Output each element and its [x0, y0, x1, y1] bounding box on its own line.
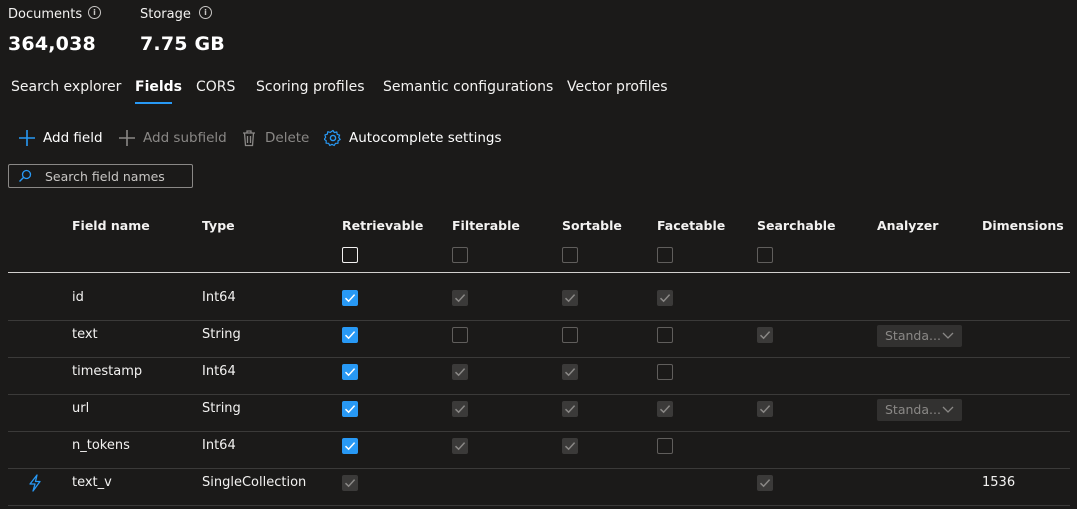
delete-button[interactable]: Delete [240, 129, 309, 147]
search-field-box[interactable] [8, 164, 193, 188]
autocomplete-settings-label: Autocomplete settings [349, 130, 502, 146]
retrievable-checkbox[interactable] [342, 364, 358, 380]
column-header-facetable[interactable]: Facetable [657, 218, 725, 233]
row-divider [8, 431, 1070, 432]
add-subfield-label: Add subfield [143, 130, 227, 146]
column-header-filterable[interactable]: Filterable [452, 218, 520, 233]
facetable-checkbox[interactable] [657, 327, 673, 343]
sortable-checkbox[interactable] [562, 438, 578, 454]
field-type-cell: String [202, 327, 241, 342]
tab-search-explorer[interactable]: Search explorer [11, 79, 121, 95]
filterable-checkbox[interactable] [452, 327, 468, 343]
documents-info-icon[interactable]: i [88, 6, 101, 19]
row-divider [8, 505, 1070, 506]
chevron-down-icon [941, 328, 955, 345]
filterable-checkbox[interactable] [452, 438, 468, 454]
documents-label: Documents [8, 7, 83, 22]
retrievable-checkbox[interactable] [342, 327, 358, 343]
storage-info-icon[interactable]: i [199, 6, 212, 19]
analyzer-value: Standa... [885, 328, 941, 343]
row-divider [8, 357, 1070, 358]
active-tab-indicator [135, 102, 172, 104]
trash-icon [240, 129, 258, 147]
dimensions-cell: 1536 [982, 475, 1016, 490]
retrievable-checkbox[interactable] [342, 475, 358, 491]
sortable-checkbox[interactable] [562, 364, 578, 380]
row-divider [8, 468, 1070, 469]
autocomplete-settings-button[interactable]: Autocomplete settings [324, 129, 502, 147]
plus-icon [18, 129, 36, 147]
column-header-field-name[interactable]: Field name [72, 218, 150, 233]
row-divider [8, 320, 1070, 321]
facetable-checkbox[interactable] [657, 438, 673, 454]
lightning-icon [27, 474, 43, 496]
field-type-cell: Int64 [202, 364, 236, 379]
field-type-cell: SingleCollection [202, 475, 307, 490]
header-sortable-checkbox[interactable] [562, 247, 578, 263]
field-type-cell: Int64 [202, 438, 236, 453]
searchable-checkbox[interactable] [757, 401, 773, 417]
facetable-checkbox[interactable] [657, 290, 673, 306]
sortable-checkbox[interactable] [562, 327, 578, 343]
searchable-checkbox[interactable] [757, 475, 773, 491]
field-type-cell: String [202, 401, 241, 416]
analyzer-dropdown[interactable]: Standa... [877, 325, 962, 347]
retrievable-checkbox[interactable] [342, 401, 358, 417]
tab-scoring-profiles[interactable]: Scoring profiles [256, 79, 365, 95]
sortable-checkbox[interactable] [562, 290, 578, 306]
field-name-cell[interactable]: text_v [72, 475, 112, 490]
row-divider [8, 394, 1070, 395]
field-name-cell[interactable]: id [72, 290, 84, 305]
facetable-checkbox[interactable] [657, 364, 673, 380]
header-divider [8, 272, 1070, 273]
column-header-searchable[interactable]: Searchable [757, 218, 836, 233]
delete-label: Delete [265, 130, 310, 146]
retrievable-checkbox[interactable] [342, 290, 358, 306]
header-facetable-checkbox[interactable] [657, 247, 673, 263]
filterable-checkbox[interactable] [452, 401, 468, 417]
column-header-analyzer[interactable]: Analyzer [877, 218, 938, 233]
documents-value: 364,038 [8, 33, 96, 55]
add-field-button[interactable]: Add field [18, 129, 103, 147]
retrievable-checkbox[interactable] [342, 438, 358, 454]
filterable-checkbox[interactable] [452, 364, 468, 380]
field-name-cell[interactable]: url [72, 401, 89, 416]
add-subfield-button[interactable]: Add subfield [118, 129, 227, 147]
field-type-cell: Int64 [202, 290, 236, 305]
filterable-checkbox[interactable] [452, 290, 468, 306]
tab-fields[interactable]: Fields [135, 79, 182, 95]
header-searchable-checkbox[interactable] [757, 247, 773, 263]
analyzer-value: Standa... [885, 402, 941, 417]
searchable-checkbox[interactable] [757, 327, 773, 343]
column-header-sortable[interactable]: Sortable [562, 218, 622, 233]
chevron-down-icon [941, 402, 955, 419]
facetable-checkbox[interactable] [657, 401, 673, 417]
tab-vector-profiles[interactable]: Vector profiles [567, 79, 668, 95]
search-input[interactable] [45, 167, 185, 185]
storage-value: 7.75 GB [140, 33, 225, 55]
add-field-label: Add field [43, 130, 103, 146]
field-name-cell[interactable]: text [72, 327, 98, 342]
column-header-type[interactable]: Type [202, 218, 235, 233]
header-filterable-checkbox[interactable] [452, 247, 468, 263]
field-name-cell[interactable]: timestamp [72, 364, 142, 379]
sortable-checkbox[interactable] [562, 401, 578, 417]
analyzer-dropdown[interactable]: Standa... [877, 399, 962, 421]
search-icon [18, 168, 32, 187]
column-header-dimensions[interactable]: Dimensions [982, 218, 1064, 233]
tab-cors[interactable]: CORS [196, 79, 235, 95]
gear-icon [324, 129, 342, 147]
header-retrievable-checkbox[interactable] [342, 247, 358, 263]
column-header-retrievable[interactable]: Retrievable [342, 218, 423, 233]
plus-icon [118, 129, 136, 147]
field-name-cell[interactable]: n_tokens [72, 438, 130, 453]
tab-semantic-configurations[interactable]: Semantic configurations [383, 79, 553, 95]
storage-label: Storage [140, 7, 191, 22]
